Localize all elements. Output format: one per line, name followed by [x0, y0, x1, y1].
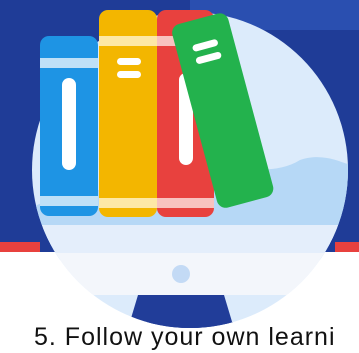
- accent-strip-right: [335, 242, 359, 252]
- yellow-book: [99, 10, 157, 217]
- caption-text: 5. Follow your own learni: [34, 323, 336, 351]
- accent-strip-left: [0, 242, 40, 252]
- page: 5. Follow your own learni: [0, 0, 359, 353]
- books-on-monitor-icon: [0, 0, 359, 328]
- power-button-icon: [172, 265, 190, 283]
- monitor-bezel: [32, 225, 348, 255]
- blue-book: [40, 36, 98, 216]
